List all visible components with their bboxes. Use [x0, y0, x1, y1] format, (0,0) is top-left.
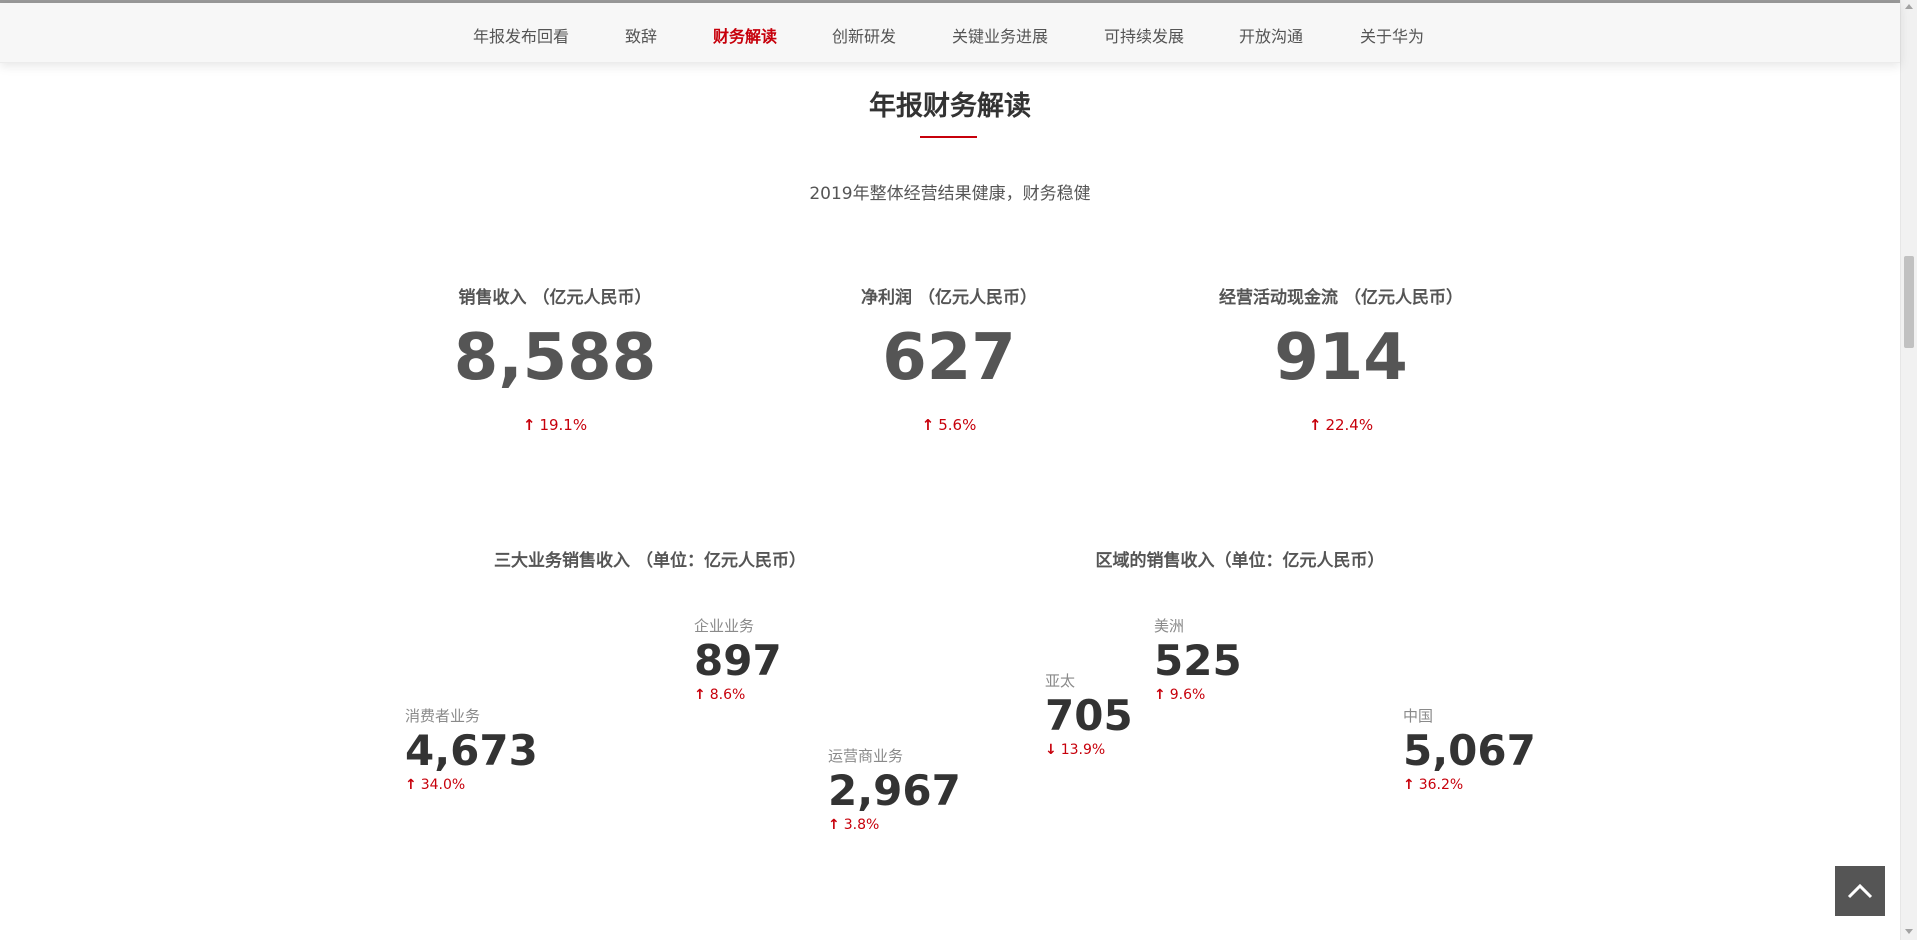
- arrow-down-icon: ↓: [1045, 742, 1057, 758]
- segment-label: 企业业务: [694, 617, 755, 635]
- nav-item-innovation-rd[interactable]: 创新研发: [832, 23, 896, 47]
- kpi-value: 627: [882, 321, 1016, 395]
- kpi-net-profit: 净利润 （亿元人民币） 627 ↑ 5.6%: [749, 283, 1149, 434]
- segment-change: ↑ 34.0%: [405, 777, 538, 793]
- segment-label: 消费者业务: [405, 707, 481, 725]
- kpi-label: 销售收入 （亿元人民币）: [458, 288, 652, 308]
- segment-change-value: 3.8%: [843, 817, 880, 833]
- page-subtitle: 2019年整体经营结果健康，财务稳健: [809, 184, 1091, 204]
- back-to-top-button[interactable]: [1835, 866, 1885, 916]
- segment-value: 4,673: [405, 726, 538, 775]
- arrow-up-icon: ↑: [921, 416, 935, 434]
- kpi-value: 8,588: [453, 321, 657, 395]
- arrow-up-icon: ↑: [828, 817, 840, 833]
- region-revenue-title: 区域的销售收入（单位：亿元人民币）: [1095, 551, 1385, 571]
- title-underline: [920, 136, 977, 138]
- region-change-value: 36.2%: [1418, 777, 1464, 793]
- region-change-value: 9.6%: [1169, 687, 1206, 703]
- business-revenue-title: 三大业务销售收入 （单位：亿元人民币）: [494, 551, 806, 571]
- kpi-label: 经营活动现金流 （亿元人民币）: [1219, 288, 1463, 308]
- kpi-operating-cash-flow: 经营活动现金流 （亿元人民币） 914 ↑ 22.4%: [1141, 283, 1541, 434]
- region-label: 中国: [1403, 707, 1434, 725]
- region-change: ↓ 13.9%: [1045, 742, 1133, 758]
- arrow-up-icon: ↑: [1154, 687, 1166, 703]
- kpi-label: 净利润 （亿元人民币）: [861, 288, 1037, 308]
- region-change: ↑ 9.6%: [1154, 687, 1242, 703]
- segment-change: ↑ 3.8%: [828, 817, 961, 833]
- arrow-up-icon: ↑: [405, 777, 417, 793]
- arrow-up-icon: ↑: [522, 416, 536, 434]
- region-change-value: 13.9%: [1060, 742, 1106, 758]
- vertical-scrollbar[interactable]: [1900, 0, 1917, 940]
- region-china: 中国 5,067 ↑ 36.2%: [1403, 705, 1536, 793]
- kpi-value: 914: [1274, 321, 1408, 395]
- region-label: 美洲: [1154, 617, 1185, 635]
- arrow-up-icon: ↑: [1403, 777, 1415, 793]
- segment-consumer: 消费者业务 4,673 ↑ 34.0%: [405, 705, 538, 793]
- page: 年报发布回看 致辞 财务解读 创新研发 关键业务进展 可持续发展 开放沟通 关于…: [0, 0, 1917, 940]
- kpi-change: ↑ 19.1%: [355, 416, 755, 434]
- kpi-change-value: 22.4%: [1325, 416, 1374, 434]
- arrow-up-icon: ↑: [1308, 416, 1322, 434]
- scroll-down-arrow-icon[interactable]: [1905, 929, 1913, 934]
- region-asia-pacific: 亚太 705 ↓ 13.9%: [1045, 670, 1133, 758]
- region-label: 亚太: [1045, 672, 1076, 690]
- kpi-change: ↑ 5.6%: [749, 416, 1149, 434]
- region-value: 5,067: [1403, 726, 1536, 775]
- segment-change-value: 8.6%: [709, 687, 746, 703]
- chevron-up-icon: [1847, 883, 1873, 899]
- page-title: 年报财务解读: [869, 91, 1031, 122]
- nav-item-key-business-progress[interactable]: 关键业务进展: [952, 23, 1048, 47]
- kpi-sales-revenue: 销售收入 （亿元人民币） 8,588 ↑ 19.1%: [355, 283, 755, 434]
- nav-item-open-communication[interactable]: 开放沟通: [1239, 23, 1303, 47]
- nav-item-sustainability[interactable]: 可持续发展: [1104, 23, 1184, 47]
- segment-change-value: 34.0%: [420, 777, 466, 793]
- scroll-up-arrow-icon[interactable]: [1905, 4, 1913, 9]
- kpi-change-value: 5.6%: [938, 416, 977, 434]
- segment-value: 897: [694, 636, 782, 685]
- top-navigation: 年报发布回看 致辞 财务解读 创新研发 关键业务进展 可持续发展 开放沟通 关于…: [0, 3, 1900, 63]
- kpi-change-value: 19.1%: [539, 416, 588, 434]
- region-value: 525: [1154, 636, 1242, 685]
- scrollbar-thumb[interactable]: [1904, 256, 1914, 348]
- arrow-up-icon: ↑: [694, 687, 706, 703]
- nav-item-financial-interpretation[interactable]: 财务解读: [713, 23, 777, 47]
- kpi-change: ↑ 22.4%: [1141, 416, 1541, 434]
- region-change: ↑ 36.2%: [1403, 777, 1536, 793]
- nav-item-about-huawei[interactable]: 关于华为: [1360, 23, 1424, 47]
- nav-item-address[interactable]: 致辞: [625, 23, 657, 47]
- region-value: 705: [1045, 691, 1133, 740]
- segment-enterprise: 企业业务 897 ↑ 8.6%: [694, 615, 782, 703]
- region-americas: 美洲 525 ↑ 9.6%: [1154, 615, 1242, 703]
- segment-change: ↑ 8.6%: [694, 687, 782, 703]
- segment-label: 运营商业务: [828, 747, 904, 765]
- segment-value: 2,967: [828, 766, 961, 815]
- segment-carrier: 运营商业务 2,967 ↑ 3.8%: [828, 745, 961, 833]
- nav-item-annual-report-review[interactable]: 年报发布回看: [473, 23, 569, 47]
